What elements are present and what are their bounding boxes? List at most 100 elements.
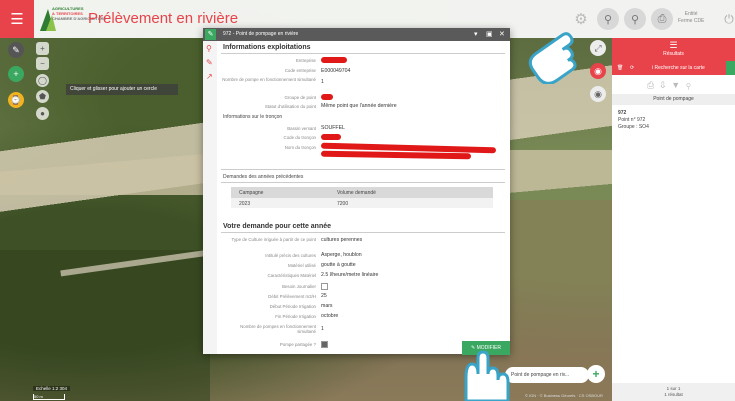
zoom-out-icon: ⚲ — [630, 13, 640, 26]
section-divider — [221, 182, 505, 183]
field-label-intitule-cultures: Intitulé précis des cultures — [265, 253, 316, 258]
user-farm-label: Ferme CDE — [678, 18, 705, 24]
add-result-button[interactable] — [726, 61, 735, 75]
modal-title: 972 - Point de pompage en rivière — [223, 31, 299, 37]
redacted-value — [321, 134, 341, 140]
hamburger-icon: ☰ — [10, 11, 24, 28]
field-value-type-culture: cultures perennes — [321, 237, 363, 243]
close-icon: ✕ — [499, 31, 505, 38]
draw-circle-button[interactable]: ◯ — [36, 74, 49, 87]
table-header-row: Campagne Volume demandé — [231, 187, 493, 198]
column-header-campagne: Campagne — [239, 190, 264, 196]
print-button[interactable]: ⎙ — [651, 8, 673, 30]
field-label-code-entreprise: Code entreprise — [284, 68, 316, 73]
chevron-down-icon: ▾ — [474, 31, 478, 38]
export-icon[interactable]: ⇩ — [660, 80, 671, 90]
section-title-info: Informations exploitations — [223, 44, 311, 51]
refresh-icon: ⟳ — [630, 65, 635, 71]
map-zoom-in-button[interactable]: + — [36, 42, 49, 55]
result-item-group: Groupe : SO4 — [618, 124, 649, 130]
layers-icon: ◉ — [594, 88, 602, 99]
field-value-materiel: goutte à goutte — [321, 262, 356, 268]
modal-maximize-button[interactable]: ▣ — [486, 28, 493, 41]
redacted-value — [321, 57, 347, 63]
fullscreen-button[interactable]: ⤢ — [590, 40, 606, 56]
results-tool-icons: ⎙⇩▼⚲ — [647, 80, 697, 91]
field-label-debit: Débit Prélèvement m3/H — [268, 294, 316, 299]
pointer-hand-bottom — [464, 350, 510, 401]
modal-collapse-button[interactable]: ▾ — [474, 28, 478, 41]
field-label-code-troncon: Code du tronçon — [283, 135, 316, 140]
power-icon: ⏻ — [724, 11, 734, 26]
delete-button[interactable]: 🗑 — [617, 61, 623, 75]
field-label-besoin-journalier: Besoin Journalier — [282, 284, 316, 289]
pencil-icon: ✎ — [206, 58, 213, 67]
edit-mode-icon: ✎ — [205, 29, 216, 40]
modal-close-button[interactable]: ✕ — [499, 28, 505, 41]
layers-button[interactable]: ◉ — [590, 86, 606, 102]
hamburger-menu-button[interactable]: ☰ — [0, 0, 34, 38]
map-zoom-out-button[interactable]: − — [36, 57, 49, 70]
add-feature-button[interactable]: + — [587, 365, 605, 383]
edit-tool-button[interactable]: ✎ — [8, 42, 24, 58]
pumping-point-modal: ✎ 972 - Point de pompage en rivière ▾ ▣ … — [203, 28, 510, 354]
edit-feature-button[interactable]: ✎ — [206, 58, 213, 67]
zoom-in-button[interactable]: ⚲ — [597, 8, 619, 30]
field-label-entreprise: Entreprise — [295, 58, 316, 63]
field-label-nombre-pompe: Nombre de pompe en fonctionnement simult… — [222, 77, 316, 82]
measure-tool-button[interactable]: ⌚ — [8, 92, 24, 108]
filter-icon[interactable]: ▼ — [671, 80, 686, 90]
table-row: 2023 7200 — [231, 198, 493, 208]
modal-body[interactable]: Informations exploitations Entreprise Co… — [221, 41, 505, 354]
draw-point-button[interactable]: ● — [36, 107, 49, 120]
section-divider — [221, 53, 505, 54]
results-header: ☰ Résultats — [612, 38, 735, 61]
plus-icon: + — [592, 367, 600, 381]
modal-header: ✎ 972 - Point de pompage en rivière ▾ ▣ … — [203, 28, 510, 41]
field-label-nom-troncon: Nom du tronçon — [284, 145, 316, 150]
redacted-value — [320, 150, 472, 160]
locate-point-button[interactable]: ◉ — [590, 63, 606, 79]
pompe-partagee-checkbox[interactable] — [321, 341, 328, 348]
cell-volume: 7200 — [337, 201, 349, 207]
field-value-fin-periode: octobre — [321, 313, 339, 319]
result-count: 1 sur 1 — [666, 386, 681, 391]
field-label-pompe-partagee: Pompe partagée ? — [279, 342, 316, 347]
print-icon: ⎙ — [657, 12, 667, 25]
result-count-sub: 1 résultat — [664, 392, 683, 397]
open-external-button[interactable]: ↗ — [206, 72, 213, 81]
search-on-map-button[interactable]: i Recherche sur la carte — [652, 61, 705, 75]
results-title: Résultats — [663, 51, 684, 57]
list-icon: ☰ — [669, 40, 678, 50]
section-divider — [221, 169, 505, 170]
zoom-out-button[interactable]: ⚲ — [624, 8, 646, 30]
scale-label: Echelle 1:2 304 — [36, 386, 68, 391]
zoom-icon[interactable]: ⚲ — [686, 80, 696, 90]
power-button[interactable]: ⏻ — [722, 8, 735, 30]
redacted-value — [321, 94, 333, 100]
column-header-volume: Volume demandé — [337, 190, 376, 196]
field-value-intitule-cultures: Asperge, houblon — [321, 252, 362, 258]
print-icon[interactable]: ⎙ — [647, 80, 660, 90]
field-value-nombre-pompes: 1 — [321, 326, 324, 332]
draw-polygon-button[interactable]: ⬟ — [36, 90, 49, 103]
minimized-window-chip[interactable]: Point de pompage en riv... — [505, 367, 589, 383]
result-item-name: Point n° 972 — [618, 117, 646, 123]
zoom-in-icon: ⚲ — [603, 13, 613, 26]
map-pin-icon: ◉ — [594, 65, 602, 76]
add-tool-button[interactable]: + — [8, 66, 24, 82]
field-label-debut-periode: Début Période Irrigation — [269, 304, 316, 309]
user-account-label[interactable]: Entité Ferme CDE — [678, 11, 704, 25]
field-value-code-entreprise: E000049704 — [321, 68, 351, 74]
besoin-journalier-checkbox[interactable] — [321, 283, 328, 290]
modal-side-toolbar: ⚲ ✎ ↗ — [203, 41, 217, 354]
results-toolbar: 🗑 ⟳ i Recherche sur la carte — [612, 61, 735, 75]
field-label-type-culture: Type de Culture irriguée à partir de ce … — [231, 237, 316, 242]
section-title-current: Votre demande pour cette année — [223, 223, 332, 230]
plus-icon: + — [13, 69, 19, 79]
plus-icon: + — [40, 44, 45, 53]
list-item[interactable]: 972 Point n° 972 Groupe : SO4 — [618, 110, 649, 131]
zoom-to-feature-button[interactable]: ⚲ — [206, 44, 212, 53]
cell-campagne: 2023 — [239, 201, 251, 207]
refresh-button[interactable]: ⟳ — [630, 61, 634, 75]
